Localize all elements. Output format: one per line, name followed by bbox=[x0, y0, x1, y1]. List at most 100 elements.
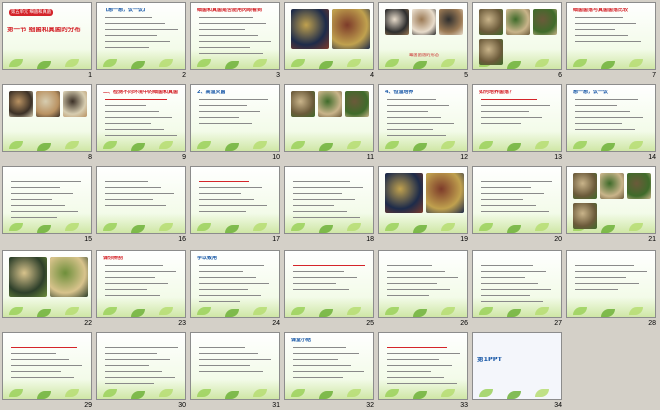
slide-thumbnail[interactable] bbox=[472, 2, 562, 70]
leaf-decoration bbox=[131, 225, 145, 233]
slide-thumbnail[interactable]: 4、恒温培养 bbox=[378, 84, 468, 152]
slide-thumbnail[interactable] bbox=[2, 84, 92, 152]
slide-image bbox=[573, 203, 597, 229]
slide-text-line bbox=[105, 99, 167, 101]
slide-thumbnail[interactable]: 想一想，议一议 bbox=[566, 84, 656, 152]
slide-thumbnail[interactable] bbox=[96, 166, 186, 234]
slide-thumbnail[interactable]: 第一节 细菌和真菌的分布 第五单元 细菌和真菌 bbox=[2, 2, 92, 70]
slide-text-line bbox=[387, 295, 429, 297]
slide-thumbnail[interactable] bbox=[284, 250, 374, 318]
slide-thumbnail[interactable]: 细菌菌落与真菌菌落比较 bbox=[566, 2, 656, 70]
slide-thumbnail[interactable] bbox=[378, 166, 468, 234]
slide-text-line bbox=[199, 211, 246, 213]
slide-text-line bbox=[11, 187, 60, 189]
slide-thumbnail[interactable] bbox=[472, 250, 562, 318]
leaf-decoration bbox=[9, 223, 23, 231]
slide-text-line bbox=[575, 29, 615, 31]
slide-text-line bbox=[293, 365, 351, 367]
slide-thumbnail[interactable] bbox=[284, 2, 374, 70]
slide-text-line bbox=[575, 271, 647, 273]
leaf-decoration bbox=[441, 223, 455, 231]
slide-text-line bbox=[105, 277, 155, 279]
leaf-decoration bbox=[507, 391, 521, 399]
slide-thumbnail[interactable] bbox=[2, 166, 92, 234]
slide-text-line bbox=[293, 271, 344, 273]
slide-text-line bbox=[199, 353, 258, 355]
slide-text-line bbox=[575, 123, 622, 125]
slide-thumbnail[interactable]: 细菌和真菌是否能用肉眼看到 bbox=[190, 2, 280, 70]
leaf-decoration bbox=[103, 223, 117, 231]
slide-text-line bbox=[199, 347, 245, 349]
slide-thumbnail[interactable]: 霉菌菌落的形态 bbox=[378, 2, 468, 70]
leaf-decoration bbox=[413, 225, 427, 233]
leaf-decoration bbox=[103, 307, 117, 315]
slide-thumbnail[interactable]: 二、检测不同环境中的细菌和真菌 bbox=[96, 84, 186, 152]
slide-thumbnail[interactable] bbox=[378, 332, 468, 400]
leaf-decoration bbox=[197, 223, 211, 231]
slide-image bbox=[291, 91, 315, 117]
slide-text-line bbox=[199, 41, 271, 43]
slide-thumbnail[interactable]: 课堂小结 bbox=[284, 332, 374, 400]
leaf-decoration bbox=[253, 223, 267, 231]
slide-text-line bbox=[387, 277, 458, 279]
slide-thumbnail[interactable]: 学以致用 bbox=[190, 250, 280, 318]
slide-thumbnail[interactable] bbox=[378, 250, 468, 318]
leaf-decoration bbox=[573, 59, 587, 67]
slide-image bbox=[50, 257, 88, 297]
slide-text-line bbox=[387, 129, 433, 131]
slide-number: 17 bbox=[272, 236, 280, 243]
slide-text-line bbox=[105, 35, 157, 37]
slide-thumbnail[interactable]: 【想一想，议一议】 bbox=[96, 2, 186, 70]
slide-thumbnail[interactable]: 第1PPT bbox=[472, 332, 562, 400]
slide-text-line bbox=[199, 99, 268, 101]
slide-thumbnail[interactable]: 2、高温灭菌 bbox=[190, 84, 280, 152]
slide-text-line bbox=[387, 383, 457, 385]
slide-thumbnail[interactable] bbox=[284, 84, 374, 152]
slide-image bbox=[9, 257, 47, 297]
slide-text-line bbox=[199, 53, 263, 55]
leaf-decoration bbox=[629, 307, 643, 315]
slide-thumbnail[interactable] bbox=[566, 166, 656, 234]
slide-thumbnail[interactable] bbox=[190, 166, 280, 234]
slide-text-line bbox=[481, 181, 552, 183]
slide-image bbox=[479, 9, 503, 35]
slide-thumbnail[interactable] bbox=[96, 332, 186, 400]
slide-number: 11 bbox=[366, 154, 374, 161]
slide-text-line bbox=[199, 117, 239, 119]
slide-number: 32 bbox=[366, 402, 374, 409]
slide-text-line bbox=[575, 23, 636, 25]
leaf-decoration bbox=[601, 61, 615, 69]
slide-thumbnail[interactable]: 课你辨别 bbox=[96, 250, 186, 318]
slide-thumbnail[interactable] bbox=[2, 332, 92, 400]
slide-number: 19 bbox=[460, 236, 468, 243]
slide-number: 28 bbox=[648, 320, 656, 327]
slide-thumbnail[interactable] bbox=[566, 250, 656, 318]
leaf-decoration bbox=[319, 391, 333, 399]
slide-thumbnail[interactable] bbox=[284, 166, 374, 234]
slide-thumbnail[interactable] bbox=[472, 166, 562, 234]
slide-text-line bbox=[293, 289, 349, 291]
leaf-decoration bbox=[291, 141, 305, 149]
slide-text-line bbox=[11, 353, 56, 355]
leaf-decoration bbox=[441, 389, 455, 397]
leaf-decoration bbox=[385, 141, 399, 149]
leaf-decoration bbox=[385, 389, 399, 397]
leaf-decoration bbox=[225, 309, 239, 317]
slide-text-line bbox=[387, 347, 447, 349]
leaf-decoration bbox=[9, 389, 23, 397]
leaf-decoration bbox=[253, 141, 267, 149]
slide-thumbnail[interactable]: 如何培养菌落？ bbox=[472, 84, 562, 152]
leaf-decoration bbox=[9, 307, 23, 315]
slide-text-line bbox=[481, 205, 536, 207]
slide-title: 第一节 细菌和真菌的分布 bbox=[7, 27, 81, 33]
slide-text-line bbox=[293, 283, 336, 285]
leaf-decoration bbox=[9, 59, 23, 67]
slide-text-line bbox=[105, 47, 149, 49]
slide-number: 7 bbox=[652, 72, 656, 79]
slide-thumbnail[interactable] bbox=[190, 332, 280, 400]
slide-thumbnail[interactable] bbox=[2, 250, 92, 318]
slide-text-line bbox=[481, 193, 544, 195]
leaf-decoration bbox=[507, 143, 521, 151]
leaf-decoration bbox=[37, 309, 51, 317]
slide-text-line bbox=[199, 111, 260, 113]
